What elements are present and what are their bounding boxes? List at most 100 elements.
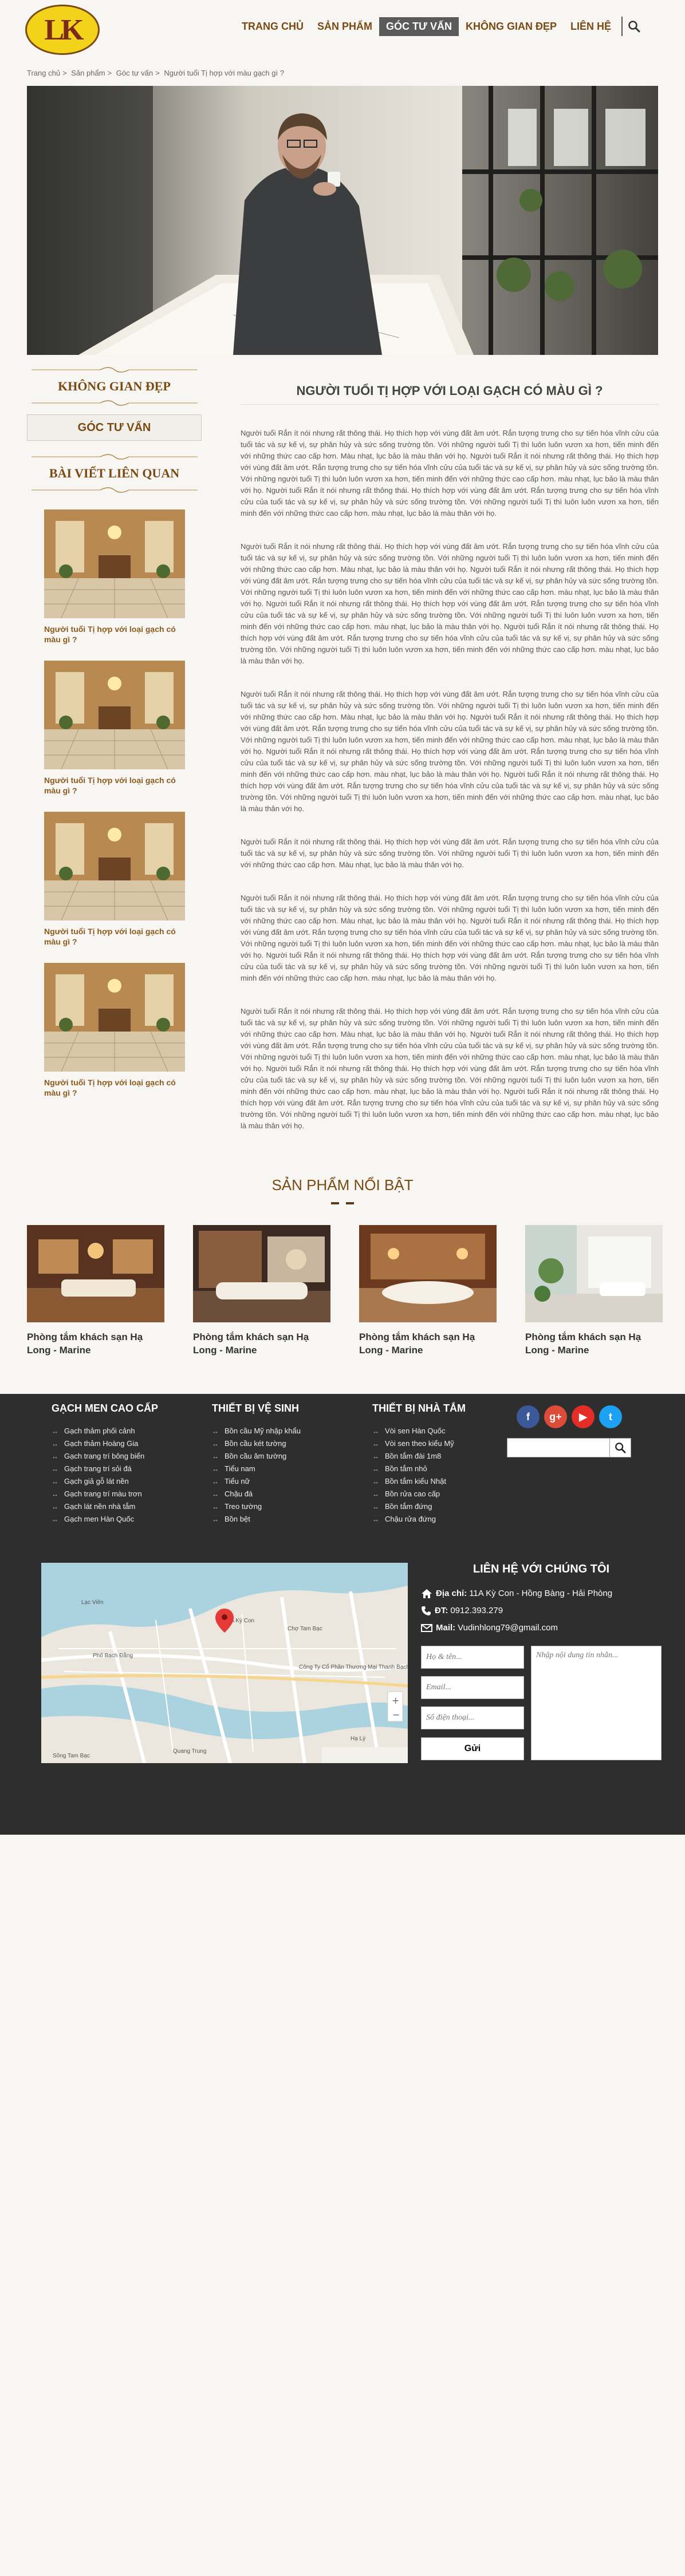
nav-item-beautiful-space[interactable]: KHÔNG GIAN ĐẸP xyxy=(459,17,564,36)
nav-item-products[interactable]: SẢN PHẨM xyxy=(310,17,379,36)
footer-search-button[interactable] xyxy=(610,1438,631,1457)
related-post-image[interactable] xyxy=(44,509,185,618)
facebook-icon[interactable]: f xyxy=(517,1405,540,1428)
footer-link[interactable]: ↔ Gạch trang trí bông biển xyxy=(52,1450,158,1463)
footer-link[interactable]: ↔ Bồn cầu Mỹ nhập khẩu xyxy=(212,1425,301,1437)
footer-link[interactable]: ↔ Gạch lát nền nhà tắm xyxy=(52,1500,158,1513)
breadcrumb-advice[interactable]: Góc tư vấn xyxy=(116,69,153,77)
footer-link[interactable]: ↔ Treo tường xyxy=(212,1500,301,1513)
hero-image xyxy=(27,86,658,355)
footer-link[interactable]: ↔ Gạch giả gỗ lát nền xyxy=(52,1475,158,1488)
article-paragraph: Người tuổi Rắn ít nói nhưng rất thông th… xyxy=(241,542,659,665)
phone-input[interactable] xyxy=(421,1706,524,1729)
double-arrow-icon: ↔ xyxy=(372,1515,379,1523)
related-post-image[interactable] xyxy=(44,963,185,1072)
footer-link[interactable]: ↔ Bồn tắm nhỏ xyxy=(372,1463,466,1475)
related-post-title[interactable]: Người tuổi Tị hợp với loại gạch có màu g… xyxy=(44,775,193,796)
double-arrow-icon: ↔ xyxy=(212,1452,219,1460)
footer-column-bathroom: THIẾT BỊ NHÀ TẮM ↔ Vòi sen Hàn Quốc ↔ Vòi … xyxy=(372,1402,466,1526)
footer-link[interactable]: ↔ Gạch thảm Hoàng Gia xyxy=(52,1437,158,1450)
product-name[interactable]: Phòng tắm khách sạn Hạ Long - Marine xyxy=(193,1330,330,1357)
related-post-title[interactable]: Người tuổi Tị hợp với loại gạch có màu g… xyxy=(44,1077,193,1098)
footer-link[interactable]: ↔ Gạch thảm phối cảnh xyxy=(52,1425,158,1437)
related-post[interactable]: Người tuổi Tị hợp với loại gạch có màu g… xyxy=(27,509,202,645)
product-name[interactable]: Phòng tắm khách sạn Hạ Long - Marine xyxy=(27,1330,164,1357)
product-card[interactable]: Phòng tắm khách sạn Hạ Long - Marine xyxy=(27,1225,164,1357)
nav-item-home[interactable]: TRANG CHỦ xyxy=(235,17,310,36)
product-card[interactable]: Phòng tắm khách sạn Hạ Long - Marine xyxy=(193,1225,330,1357)
footer-search xyxy=(507,1438,631,1457)
article-title: NGƯỜI TUỔI TỊ HỢP VỚI LOẠI GẠCH CÓ MÀU G… xyxy=(241,384,659,405)
nav-item-advice[interactable]: GÓC TƯ VẤN xyxy=(379,17,459,36)
article-paragraph: Người tuổi Rắn ít nói nhưng rất thông th… xyxy=(241,429,659,517)
related-post-title[interactable]: Người tuổi Tị hợp với loại gạch có màu g… xyxy=(44,926,193,947)
footer-link[interactable]: ↔ Chậu đá xyxy=(212,1488,301,1500)
map-label: Hạ Lý xyxy=(351,1736,365,1742)
map-label: Lạc Viên xyxy=(81,1599,104,1606)
product-name[interactable]: Phòng tắm khách sạn Hạ Long - Marine xyxy=(525,1330,663,1357)
footer-link[interactable]: ↔ Gạch trang trí màu trơn xyxy=(52,1488,158,1500)
product-image[interactable] xyxy=(193,1225,330,1322)
nav-item-contact[interactable]: LIÊN HỆ xyxy=(564,17,618,36)
logo[interactable]: LK xyxy=(25,5,100,55)
main-nav: TRANG CHỦ SẢN PHẨM GÓC TƯ VẤN KHÔNG GIAN… xyxy=(235,16,642,37)
name-input[interactable] xyxy=(421,1646,524,1669)
footer-link[interactable]: ↔ Vòi sen Hàn Quốc xyxy=(372,1425,466,1437)
footer-link[interactable]: ↔ Tiểu nam xyxy=(212,1463,301,1475)
double-arrow-icon: ↔ xyxy=(52,1477,58,1485)
sidebar-heading-related-posts: BÀI VIẾT LIÊN QUAN xyxy=(49,466,180,480)
product-image[interactable] xyxy=(27,1225,164,1322)
double-arrow-icon: ↔ xyxy=(372,1452,379,1460)
related-post-title[interactable]: Người tuổi Tị hợp với loại gạch có màu g… xyxy=(44,624,193,645)
product-card[interactable]: Phòng tắm khách sạn Hạ Long - Marine xyxy=(525,1225,663,1357)
contact-mail: Mail: Vudinhlong79@gmail.com xyxy=(421,1619,662,1637)
footer-link[interactable]: ↔ Bồn tắm đứng xyxy=(372,1500,466,1513)
map-label: Phố Bạch Đằng xyxy=(93,1652,133,1659)
breadcrumb: Trang chủ > Sản phẩm > Góc tư vấn > Người t… xyxy=(27,69,284,77)
footer-link[interactable]: ↔ Bồn tắm kiểu Nhật xyxy=(372,1475,466,1488)
product-card[interactable]: Phòng tắm khách sạn Hạ Long - Marine xyxy=(359,1225,497,1357)
article-paragraph: Người tuổi Rắn ít nói nhưng rất thông th… xyxy=(241,837,659,869)
location-map[interactable]: 11A Kỳ Con Lạc Viên Chợ Tam Bạc Công Ty … xyxy=(41,1563,408,1763)
social-links: f g+ ▶ t xyxy=(517,1405,622,1428)
related-post[interactable]: Người tuổi Tị hợp với loại gạch có màu g… xyxy=(27,812,202,947)
email-input[interactable] xyxy=(421,1676,524,1699)
sidebar-heading-advice[interactable]: GÓC TƯ VẤN xyxy=(27,414,202,441)
mail-icon xyxy=(421,1624,432,1632)
search-icon xyxy=(615,1443,626,1453)
product-name[interactable]: Phòng tắm khách sạn Hạ Long - Marine xyxy=(359,1330,497,1357)
related-post[interactable]: Người tuổi Tị hợp với loại gạch có màu g… xyxy=(27,661,202,796)
article-paragraph: Người tuổi Rắn ít nói nhưng rất thông th… xyxy=(241,1007,659,1130)
double-arrow-icon: ↔ xyxy=(52,1515,58,1523)
double-arrow-icon: ↔ xyxy=(212,1477,219,1485)
related-post-image[interactable] xyxy=(44,661,185,769)
ornament-divider xyxy=(27,487,202,493)
sidebar-heading-beautiful-space[interactable]: KHÔNG GIAN ĐẸP xyxy=(27,373,202,400)
google-plus-icon[interactable]: g+ xyxy=(544,1405,567,1428)
twitter-icon[interactable]: t xyxy=(599,1405,622,1428)
breadcrumb-home[interactable]: Trang chủ xyxy=(27,69,60,77)
svg-text:+: + xyxy=(392,1695,399,1706)
related-post-image[interactable] xyxy=(44,812,185,920)
double-arrow-icon: ↔ xyxy=(212,1515,219,1523)
phone-icon xyxy=(422,1606,431,1615)
send-button[interactable]: Gửi xyxy=(421,1737,524,1760)
footer-link[interactable]: ↔ Gạch men Hàn Quốc xyxy=(52,1513,158,1526)
footer-link[interactable]: ↔ Bồn cầu âm tường xyxy=(212,1450,301,1463)
product-image[interactable] xyxy=(359,1225,497,1322)
footer-link[interactable]: ↔ Bồn tắm đài 1m8 xyxy=(372,1450,466,1463)
youtube-icon[interactable]: ▶ xyxy=(572,1405,595,1428)
search-icon[interactable] xyxy=(626,18,642,34)
breadcrumb-products[interactable]: Sản phẩm xyxy=(71,69,105,77)
message-textarea[interactable] xyxy=(531,1646,662,1760)
footer-link[interactable]: ↔ Chậu rửa đứng xyxy=(372,1513,466,1526)
footer-search-input[interactable] xyxy=(507,1438,610,1457)
footer-link[interactable]: ↔ Gạch trang trí sỏi đá xyxy=(52,1463,158,1475)
product-image[interactable] xyxy=(525,1225,663,1322)
footer-link[interactable]: ↔ Bồn bệt xyxy=(212,1513,301,1526)
related-post[interactable]: Người tuổi Tị hợp với loại gạch có màu g… xyxy=(27,963,202,1098)
footer-link[interactable]: ↔ Bồn cầu két tường xyxy=(212,1437,301,1450)
footer-link[interactable]: ↔ Bồn rửa cao cấp xyxy=(372,1488,466,1500)
footer-link[interactable]: ↔ Vòi sen theo kiểu Mỹ xyxy=(372,1437,466,1450)
footer-link[interactable]: ↔ Tiểu nữ xyxy=(212,1475,301,1488)
